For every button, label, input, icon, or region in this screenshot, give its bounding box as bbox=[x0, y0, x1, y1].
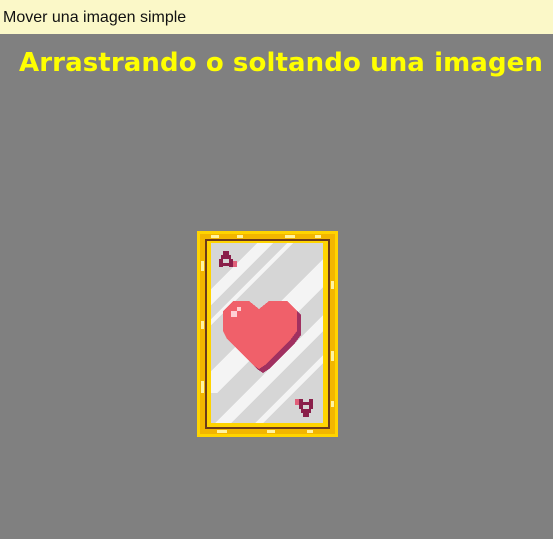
window-title: Mover una imagen simple bbox=[3, 9, 187, 26]
draggable-card-image[interactable] bbox=[197, 231, 338, 437]
window-title-bar: Mover una imagen simple bbox=[0, 0, 553, 34]
scene-heading: Arrastrando o soltando una imagen bbox=[19, 48, 544, 78]
game-canvas[interactable]: Arrastrando o soltando una imagen bbox=[0, 34, 553, 539]
